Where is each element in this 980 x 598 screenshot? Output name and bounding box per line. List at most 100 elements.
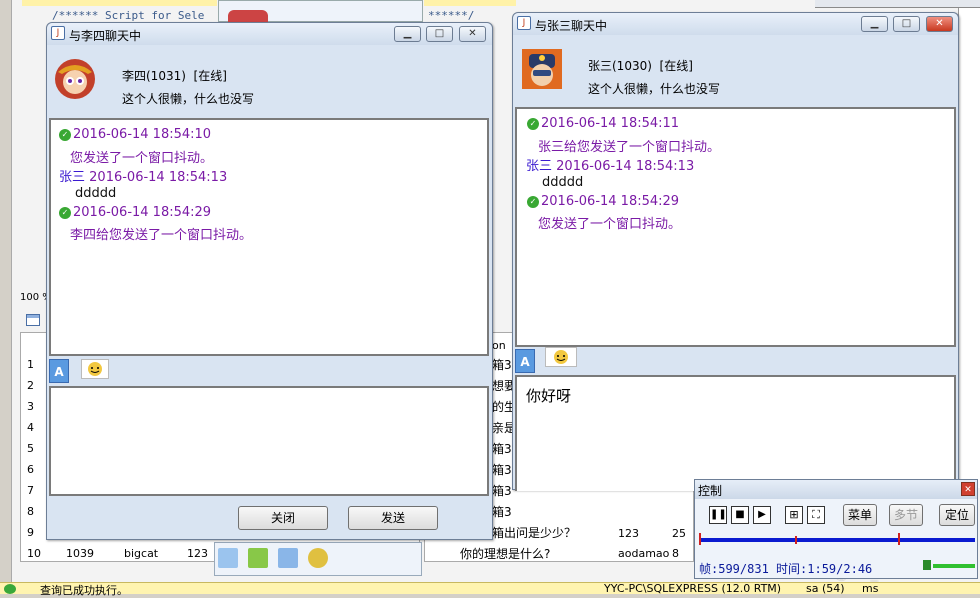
check-icon: ✓ — [527, 196, 539, 208]
control-panel: 控制 ✕ ❚❚ ■ ▶ ⊞ ⛶ 菜单 多节 定位 帧:599/831 时间:1:… — [694, 479, 978, 579]
message-text: 李四给您发送了一个窗口抖动。 — [70, 228, 253, 243]
row-number: 1 — [27, 358, 34, 371]
contact-name-status: 李四(1031) [在线] — [122, 69, 227, 83]
locate-button[interactable]: 定位 — [939, 504, 975, 526]
row-number: 7 — [27, 484, 34, 497]
menu-button[interactable]: 菜单 — [843, 504, 877, 526]
java-icon: J — [517, 16, 531, 30]
status-ok-icon — [4, 584, 16, 594]
check-icon: ✓ — [59, 207, 71, 219]
row10-id: 1039 — [66, 547, 94, 560]
chat-window-lisi: J 与李四聊天中 ▁ □ ✕ 李四(1031) [在线] 这个人很懒，什么也没写… — [46, 22, 493, 540]
message-text: ddddd — [75, 186, 117, 201]
minimize-button[interactable]: ▁ — [394, 26, 421, 42]
volume-icon[interactable] — [923, 560, 931, 570]
row-number: 3 — [27, 400, 34, 413]
right-top-panel — [815, 0, 980, 8]
fullscreen-button[interactable]: ⛶ — [807, 506, 825, 524]
bg-avatar-peek — [228, 10, 268, 22]
pause-button[interactable]: ❚❚ — [709, 506, 727, 524]
volume-slider[interactable] — [933, 564, 975, 568]
maximize-button[interactable]: □ — [893, 16, 920, 32]
status-text: 查询已成功执行。 — [40, 584, 128, 597]
row-number: 8 — [27, 505, 34, 518]
brush-icon[interactable] — [218, 548, 238, 568]
window-title: 与李四聊天中 — [69, 29, 142, 43]
timeline-marker-mid — [795, 536, 797, 544]
emoji-button[interactable] — [545, 347, 577, 367]
close-chat-button[interactable]: 关闭 — [238, 506, 328, 530]
message-timestamp: ✓ 2016-06-14 18:54:29 — [527, 194, 679, 209]
row9-b: 25 — [672, 527, 686, 540]
message-text: 张三给您发送了一个窗口抖动。 — [538, 140, 721, 155]
playback-status: 帧:599/831 时间:1:59/2:46 — [699, 562, 873, 576]
emoji-button[interactable] — [81, 359, 109, 379]
grid-cell-fragment: 想要 — [492, 379, 514, 393]
row10-answer: aodamao — [618, 547, 670, 560]
timeline-track[interactable] — [699, 538, 975, 542]
message-text: 您发送了一个窗口抖动。 — [70, 151, 214, 166]
title-bar[interactable]: J 与李四聊天中 ▁ □ ✕ — [47, 23, 492, 45]
grid-cell-fragment: 箱3 — [492, 358, 512, 372]
message-history[interactable]: ✓ 2016-06-14 18:54:11 张三给您发送了一个窗口抖动。 张三 2… — [515, 107, 956, 347]
input-text: 你好呀 — [526, 387, 572, 405]
speaker-icon[interactable] — [278, 548, 298, 568]
row10-question: 你的理想是什么? — [460, 547, 551, 561]
control-close-button[interactable]: ✕ — [961, 482, 975, 496]
minimize-button[interactable]: ▁ — [861, 16, 888, 32]
row-number: 2 — [27, 379, 34, 392]
grid-cell-fragment: 亲是 — [492, 421, 514, 435]
contact-signature: 这个人很懒，什么也没写 — [122, 92, 255, 106]
check-icon: ✓ — [527, 118, 539, 130]
contact-signature: 这个人很懒，什么也没写 — [588, 82, 721, 96]
message-input[interactable]: 你好呀 — [515, 375, 956, 491]
font-button[interactable]: A — [49, 359, 69, 383]
grid-col-header-fragment: on — [492, 339, 506, 352]
grid-cell-fragment: 箱3 — [492, 442, 512, 456]
status-db: ms — [862, 582, 879, 595]
message-text: ddddd — [542, 175, 584, 190]
step-forward-button[interactable]: ▶ — [753, 506, 771, 524]
message-header: 张三 2016-06-14 18:54:13 — [526, 159, 695, 174]
grid-cell-fragment: 箱3 — [492, 463, 512, 477]
control-title-bar[interactable]: 控制 ✕ — [695, 480, 977, 499]
message-input[interactable] — [49, 386, 489, 496]
smiley-hat-icon[interactable] — [308, 548, 328, 568]
grid-cell-fragment: 箱3 — [492, 484, 512, 498]
grid-icon[interactable] — [26, 314, 40, 326]
row-number: 10 — [27, 547, 41, 560]
code-line-right: ******/ — [428, 9, 475, 22]
message-timestamp: ✓ 2016-06-14 18:54:11 — [527, 116, 679, 131]
timeline-playhead[interactable] — [897, 533, 900, 545]
chat-window-zhangsan: J 与张三聊天中 ▁ □ ✕ 张三(1030) [在线] 这个人很懒，什么也没写… — [512, 12, 959, 491]
stop-button[interactable]: ■ — [731, 506, 749, 524]
message-header: 张三 2016-06-14 18:54:13 — [59, 170, 228, 185]
title-bar[interactable]: J 与张三聊天中 ▁ □ ✕ — [513, 13, 958, 35]
message-history[interactable]: ✓ 2016-06-14 18:54:10 您发送了一个窗口抖动。 张三 2016… — [49, 118, 489, 356]
frames-button[interactable]: 多节 — [889, 504, 923, 526]
control-title: 控制 — [698, 484, 723, 498]
close-button[interactable]: ✕ — [459, 26, 486, 42]
right-bg-panel — [958, 8, 980, 488]
row10-n: 8 — [672, 547, 679, 560]
message-text: 您发送了一个窗口抖动。 — [538, 217, 682, 232]
code-yellow-strip-right — [424, 0, 516, 6]
row-number: 4 — [27, 421, 34, 434]
contact-name-status: 张三(1030) [在线] — [588, 59, 693, 73]
fit-window-button[interactable]: ⊞ — [785, 506, 803, 524]
code-line-left: /****** Script for Sele — [52, 9, 205, 22]
check-icon: ✓ — [59, 129, 71, 141]
row10-user: bigcat — [124, 547, 159, 560]
code-yellow-strip — [22, 0, 217, 6]
font-button[interactable]: A — [515, 349, 535, 373]
close-button[interactable]: ✕ — [926, 16, 953, 32]
message-timestamp: ✓ 2016-06-14 18:54:10 — [59, 127, 211, 142]
maximize-button[interactable]: □ — [426, 26, 453, 42]
row-number: 5 — [27, 442, 34, 455]
row-number: 9 — [27, 526, 34, 539]
avatar — [521, 48, 563, 90]
send-button[interactable]: 发送 — [348, 506, 438, 530]
grid-cell-fragment: 箱3 — [492, 505, 512, 519]
row10-val: 123 — [187, 547, 208, 560]
puzzle-icon[interactable] — [248, 548, 268, 568]
